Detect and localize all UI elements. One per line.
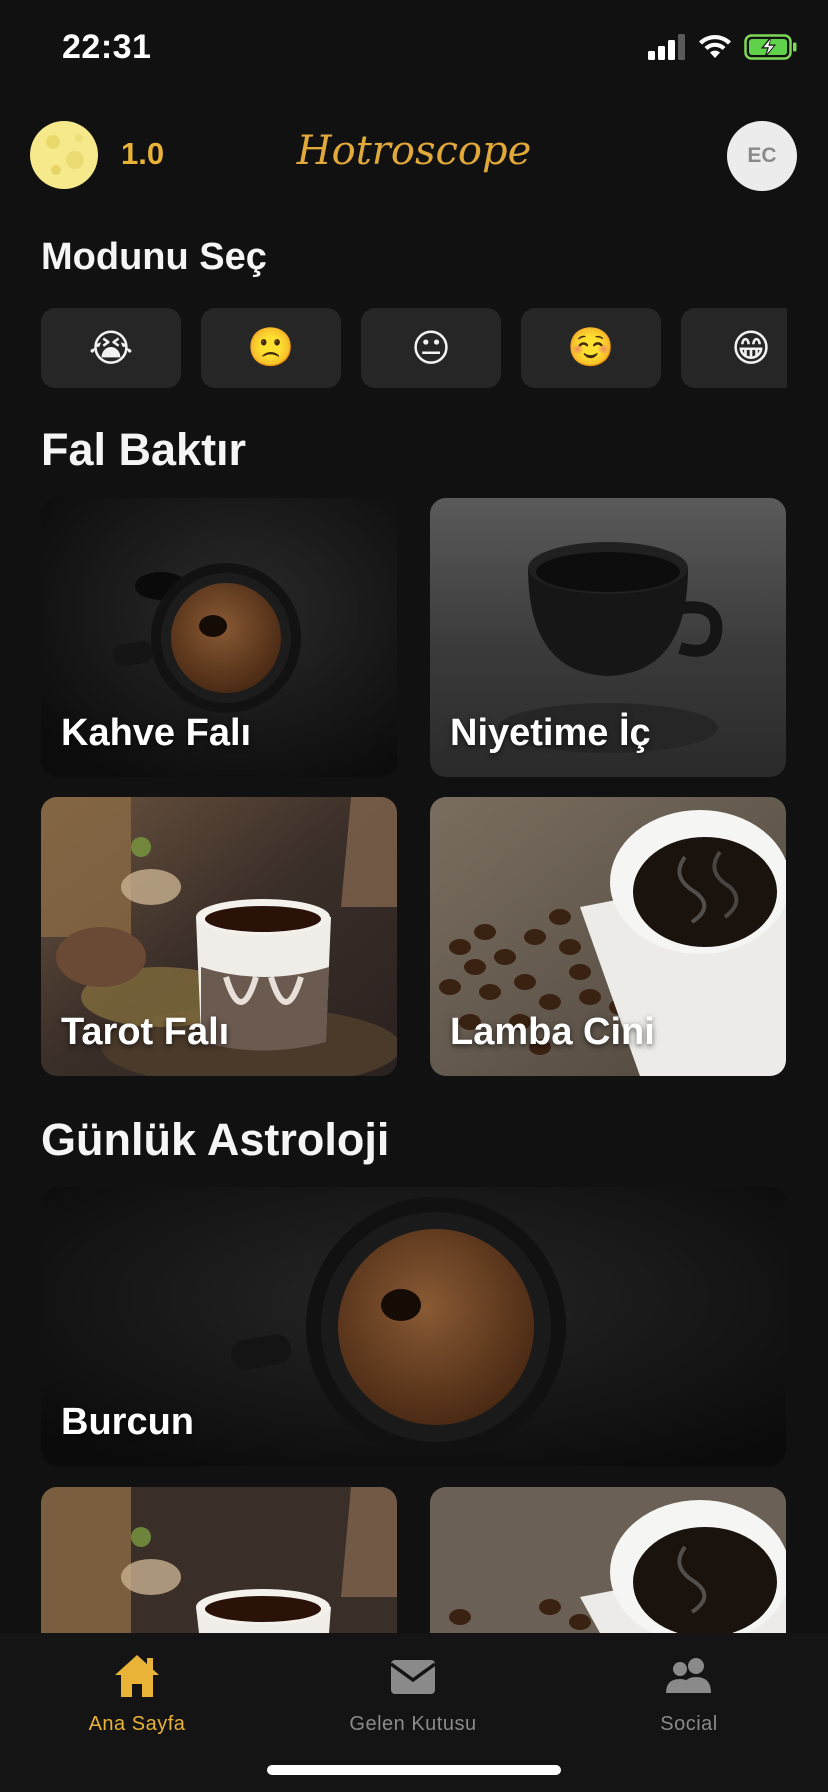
home-icon (115, 1655, 159, 1697)
mood-option-crying[interactable]: 😭 (41, 308, 181, 388)
mood-option-content[interactable]: ☺️ (521, 308, 661, 388)
card-label: Burcun (61, 1401, 194, 1443)
card-tarot-fali[interactable]: Tarot Falı (41, 797, 397, 1076)
tab-ana-sayfa[interactable]: Ana Sayfa (37, 1651, 237, 1736)
card-partial-left[interactable] (41, 1487, 397, 1633)
tab-label: Ana Sayfa (88, 1713, 186, 1735)
mood-option-happy[interactable]: 😁 (681, 308, 787, 388)
card-kahve-fali[interactable]: Kahve Falı (41, 498, 397, 777)
mood-option-neutral[interactable]: 😐 (361, 308, 501, 388)
tab-label: Social (660, 1713, 718, 1735)
people-icon (666, 1658, 711, 1693)
card-label: Niyetime İç (450, 712, 651, 754)
status-time: 22:31 (62, 28, 152, 66)
header: 1.0 Hotroscope EC (0, 118, 828, 194)
coffee-beans-image (430, 1487, 786, 1633)
card-lamba-cini[interactable]: Lamba Cini (430, 797, 786, 1076)
tab-social[interactable]: Social (589, 1651, 789, 1736)
astrology-section-title: Günlük Astroloji (41, 1114, 390, 1165)
mood-section-title: Modunu Seç (41, 236, 267, 278)
card-label: Kahve Falı (61, 712, 252, 754)
card-partial-right[interactable] (430, 1487, 786, 1633)
mail-icon (389, 1660, 437, 1694)
status-bar: 22:31 (0, 0, 828, 100)
mood-selector: 😭 🙁 😐 ☺️ 😁 (41, 308, 787, 388)
card-niyetime-ic[interactable]: Niyetime İç (430, 498, 786, 777)
mood-option-sad[interactable]: 🙁 (201, 308, 341, 388)
turkish-coffee-image (41, 1487, 397, 1633)
cellular-signal-icon (648, 34, 685, 60)
status-icons (648, 34, 798, 60)
app-logo: Hotroscope (296, 128, 532, 174)
home-indicator (267, 1765, 561, 1775)
card-label: Tarot Falı (61, 1011, 230, 1053)
tab-label: Gelen Kutusu (349, 1713, 477, 1735)
battery-charging-icon (744, 34, 797, 60)
card-burcun[interactable]: Burcun (41, 1187, 786, 1466)
wifi-icon (699, 35, 731, 58)
avatar[interactable]: EC (727, 121, 797, 191)
card-label: Lamba Cini (450, 1011, 655, 1053)
fal-section-title: Fal Baktır (41, 424, 247, 475)
tab-gelen-kutusu[interactable]: Gelen Kutusu (313, 1651, 513, 1736)
